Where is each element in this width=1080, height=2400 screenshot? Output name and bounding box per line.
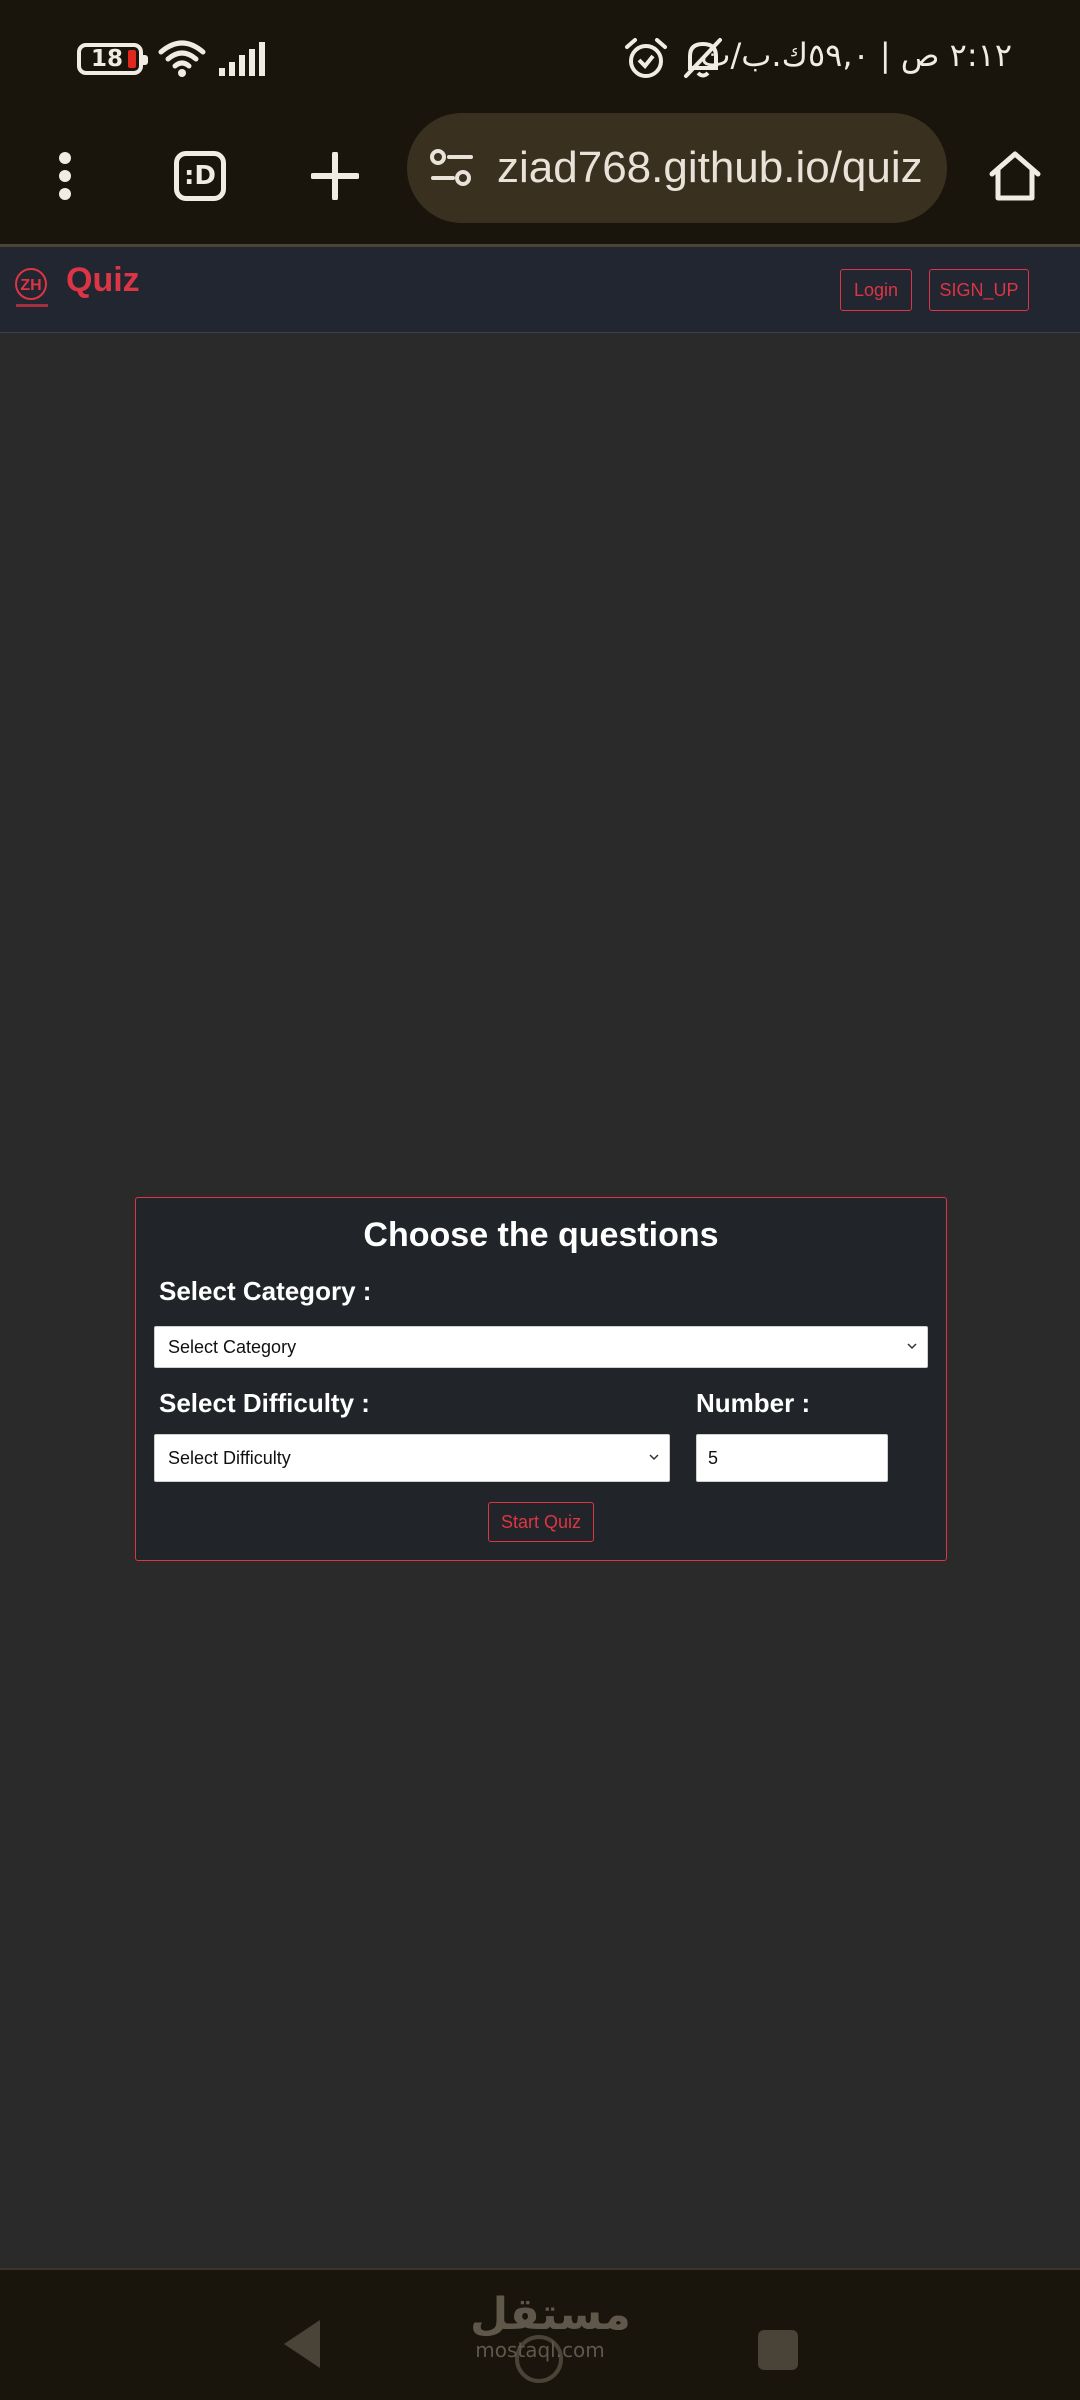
tune-icon[interactable] (429, 148, 475, 188)
tabs-icon: :D (174, 151, 226, 201)
wifi-icon (158, 40, 206, 77)
tabs-button[interactable]: :D (165, 141, 235, 211)
watermark-arabic: مستقل (470, 2289, 631, 2340)
difficulty-selected-value: Select Difficulty (168, 1447, 291, 1468)
chevron-down-icon (649, 1454, 659, 1461)
url-bar[interactable]: ziad768.github.io/quiz (407, 113, 947, 223)
difficulty-label: Select Difficulty : (159, 1388, 370, 1418)
chevron-down-icon (907, 1343, 917, 1350)
logo-icon[interactable]: ZH (14, 267, 50, 311)
brand-title[interactable]: Quiz (66, 261, 140, 300)
new-tab-button[interactable] (300, 141, 370, 211)
category-selected-value: Select Category (168, 1336, 297, 1357)
svg-text:ZH: ZH (20, 277, 41, 294)
battery-fill (128, 50, 136, 68)
quiz-card: Choose the questions Select Category : S… (135, 1197, 947, 1561)
battery-icon: 18 (77, 43, 148, 75)
plus-icon (311, 152, 359, 200)
status-bar: 18 ٢:١٢ ص | ٥٩,٠ك.ب/ث (0, 0, 1080, 116)
menu-icon (59, 152, 71, 200)
tabs-label: :D (184, 161, 216, 191)
number-input[interactable]: 5 (696, 1434, 888, 1482)
back-icon[interactable] (280, 2318, 324, 2370)
home-button[interactable] (980, 141, 1050, 211)
watermark: مستقل mostaql.com (470, 2289, 631, 2362)
menu-button[interactable] (40, 141, 90, 211)
signup-button[interactable]: SIGN_UP (929, 269, 1029, 311)
login-button[interactable]: Login (840, 269, 912, 311)
card-title: Choose the questions (363, 1216, 719, 1254)
url-text[interactable]: ziad768.github.io/quiz (497, 143, 923, 193)
signal-icon (219, 42, 265, 76)
bottom-nav: مستقل mostaql.com (0, 2270, 1080, 2400)
site-navbar: ZH Quiz Login SIGN_UP (0, 247, 1080, 333)
difficulty-select[interactable]: Select Difficulty (154, 1434, 670, 1482)
battery-level: 18 (90, 46, 123, 72)
start-quiz-button[interactable]: Start Quiz (488, 1502, 594, 1542)
recents-icon[interactable] (758, 2330, 798, 2370)
number-label: Number : (696, 1388, 811, 1418)
number-value: 5 (708, 1447, 719, 1468)
home-icon (989, 151, 1041, 201)
category-select[interactable]: Select Category (154, 1326, 928, 1368)
category-label: Select Category : (159, 1276, 372, 1306)
status-time: ٢:١٢ ص | ٥٩,٠ك.ب/ث (700, 36, 1012, 74)
watermark-english: mostaql.com (475, 2338, 605, 2362)
alarm-icon (625, 38, 667, 78)
